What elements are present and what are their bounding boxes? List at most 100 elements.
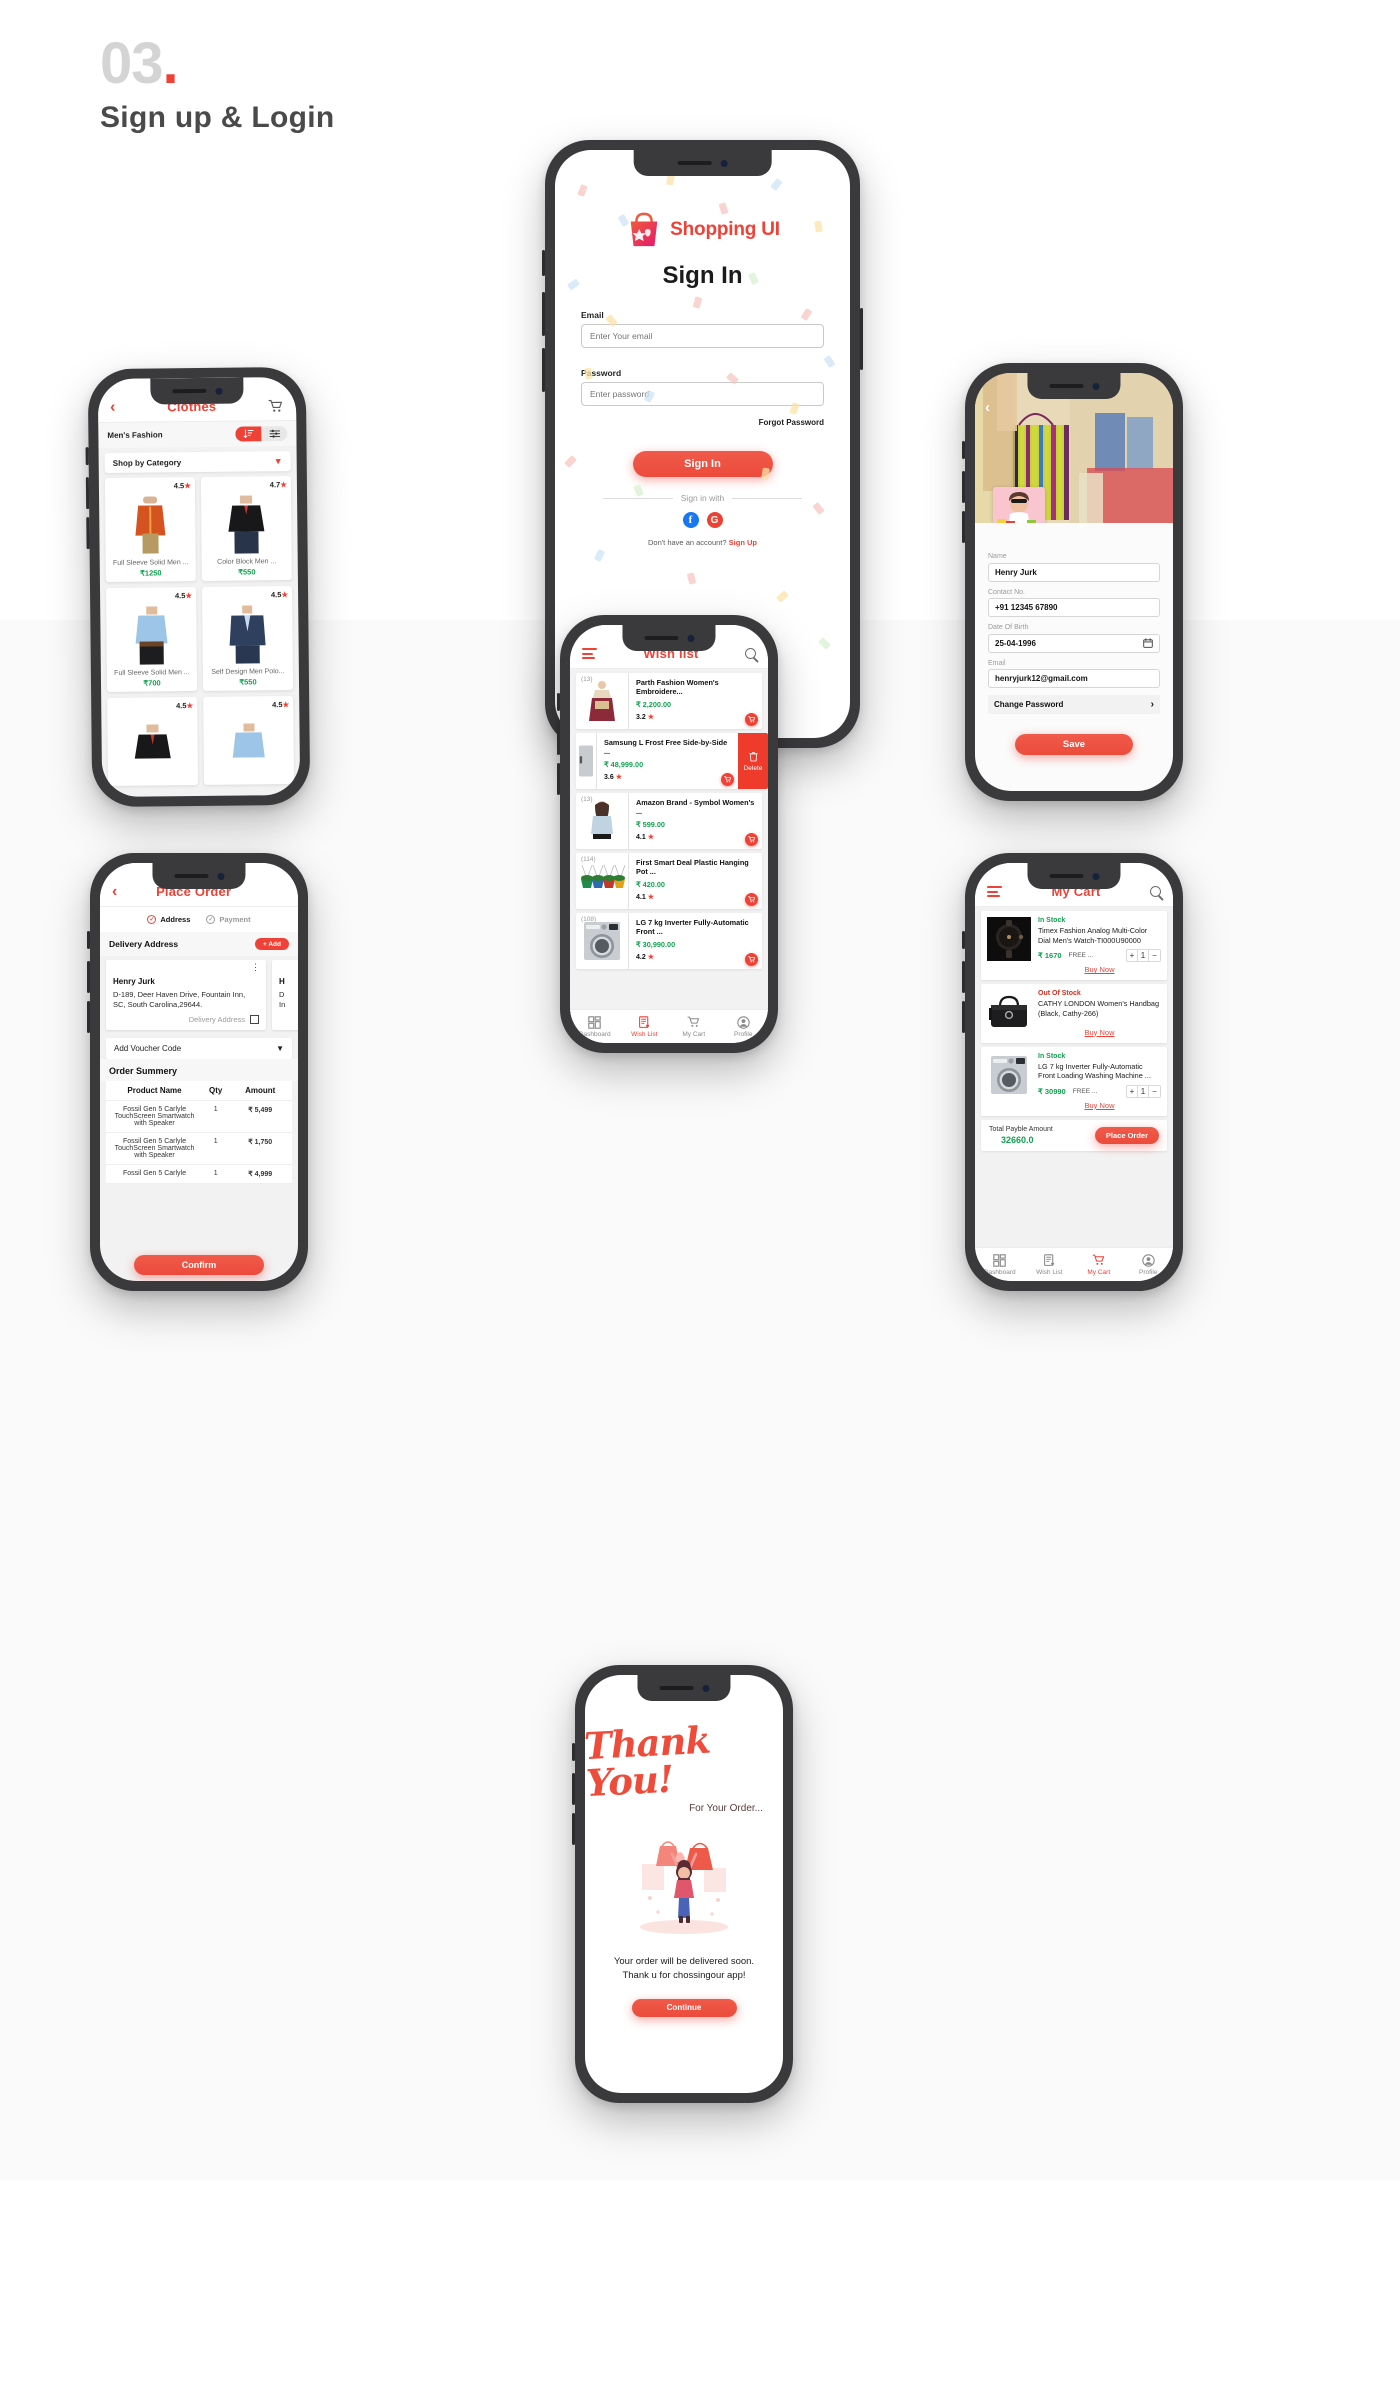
add-to-cart-button[interactable] [745,953,758,966]
cart-icon[interactable] [268,399,284,413]
cart-row[interactable]: In Stock LG 7 kg Inverter Fully-Automati… [981,1046,1167,1116]
avatar[interactable] [993,487,1045,523]
increment-button[interactable]: + [1127,950,1138,962]
quantity-stepper[interactable]: + 1 − [1126,949,1161,963]
name-value: Henry Jurk [995,567,1037,577]
step-address[interactable]: ✓ Address [147,915,190,924]
add-address-button[interactable]: + Add [255,938,289,950]
menu-icon[interactable] [582,648,597,659]
sort-filter-toggle [235,426,288,442]
item-qty: (108) [581,916,597,923]
step-payment[interactable]: ✓ Payment [206,915,251,924]
signin-button[interactable]: Sign In [632,451,773,477]
profile-icon [719,1015,769,1030]
buy-now-link[interactable]: Buy Now [1038,1028,1161,1037]
item-rating: 3.6 ★ [604,773,622,781]
product-card[interactable]: 4.5★ Full Sleeve Solid Men ... ₹700 [106,587,198,692]
item-rating: 4.1 ★ [636,893,654,901]
buy-now-link[interactable]: Buy Now [1038,1101,1161,1110]
sidebar-item-mycart[interactable]: My Cart [669,1015,719,1038]
change-password-row[interactable]: Change Password › [988,695,1160,714]
add-to-cart-button[interactable] [721,773,734,786]
list-item[interactable]: (13) Amazon Brand - Symbol Women's ... ₹… [576,793,762,849]
search-icon[interactable] [1150,886,1161,897]
email-input[interactable] [581,324,824,348]
confirm-button[interactable]: Confirm [134,1255,264,1275]
star-icon: ★ [282,700,290,710]
cart-row[interactable]: Out Of Stock CATHY LONDON Women's Handba… [981,984,1167,1043]
product-card[interactable]: 4.7★ Color Block Men ... ₹550 [200,476,292,581]
calendar-icon[interactable] [1143,638,1153,648]
thank-you-illustration [624,1828,744,1941]
list-item[interactable]: (13) Parth Fashion Women's Embroidere...… [576,673,762,729]
shop-by-category-dropdown[interactable]: Shop by Category ▼ [104,451,291,473]
sidebar-item-profile[interactable]: Profile [719,1015,769,1038]
product-card[interactable]: 4.5★ Full Sleeve Solid Men ... ₹1250 [104,477,196,582]
menu-icon[interactable] [987,886,1002,897]
add-to-cart-button[interactable] [745,833,758,846]
place-order-button[interactable]: Place Order [1094,1126,1159,1144]
column-product-name: Product Name [127,1086,182,1096]
address-card[interactable]: H D In [272,960,298,1031]
google-icon[interactable]: G [706,512,723,528]
checkbox[interactable] [250,1015,259,1025]
sort-button[interactable] [235,426,262,442]
sidebar-item-dashboard[interactable]: Dashboard [975,1253,1025,1276]
dob-input[interactable]: 25-04-1996 [988,633,1160,653]
sidebar-item-profile[interactable]: Profile [1124,1253,1174,1276]
back-icon[interactable]: ‹ [985,399,990,416]
address-card[interactable]: ⋮ Henry Jurk D-189, Deer Haven Drive, Fo… [106,960,266,1031]
list-item[interactable]: (108) LG 7 kg Inverter Fully-Automatic F… [576,913,762,969]
delete-button[interactable]: Delete [738,733,768,789]
sidebar-item-wishlist[interactable]: Wish List [1025,1253,1075,1276]
contact-value: +91 12345 67890 [995,603,1058,612]
nav-label: My Cart [682,1030,706,1038]
thank-you-screen: Thank You! For Your Order... Your order … [585,1675,783,2093]
star-icon: ★ [647,953,654,961]
contact-input[interactable]: +91 12345 67890 [988,598,1160,617]
column-amount: Amount [245,1086,276,1096]
quantity-stepper[interactable]: + 1 − [1126,1084,1161,1098]
continue-button[interactable]: Continue [631,1998,737,2017]
decrement-button[interactable]: − [1149,1086,1160,1097]
sidebar-item-dashboard[interactable]: Dashboard [570,1015,620,1038]
delivery-address-label: Delivery Address [109,939,179,949]
product-card[interactable]: 4.5★ Self Design Men Polo... ₹550 [201,586,294,691]
cell-qty: 1 [213,1138,218,1146]
filter-button[interactable] [261,426,288,442]
forgot-password-link[interactable]: Forgot Password [759,418,824,427]
name-input[interactable]: Henry Jurk [988,562,1160,582]
change-password-label: Change Password [994,700,1064,709]
filter-icon [269,429,280,438]
facebook-icon[interactable]: f [682,512,699,528]
phone-place-order: ‹ Place Order ✓ Address ✓ Payment Delive… [87,853,308,1291]
password-input[interactable] [581,382,824,406]
nav-label: My Cart [1087,1268,1111,1276]
quantity-value: 1 [1138,1085,1149,1097]
product-rating: 4.5★ [270,590,289,600]
cart-row[interactable]: In Stock Timex Fashion Analog Multi-Colo… [981,911,1167,981]
product-card[interactable]: 4.5★ [203,696,295,785]
product-image [206,599,289,666]
email-input[interactable]: henryjurk12@gmail.com [988,669,1160,688]
save-button[interactable]: Save [1015,734,1133,755]
list-item[interactable]: Samsung L Frost Free Side-by-Side ... ₹ … [576,733,768,789]
product-card[interactable]: 4.5★ [107,697,199,786]
star-icon: ★ [186,701,194,711]
buy-now-link[interactable]: Buy Now [1038,965,1161,974]
signup-link[interactable]: Sign Up [729,538,757,547]
address-checkbox-row[interactable]: Delivery Address [113,1015,259,1025]
sidebar-item-wishlist[interactable]: Wish List [620,1015,670,1038]
add-to-cart-button[interactable] [745,893,758,906]
list-item[interactable]: (114) First Smart Deal Plastic Hanging P… [576,853,762,909]
email-value: henryjurk12@gmail.com [995,674,1088,683]
decrement-button[interactable]: − [1149,950,1160,961]
star-icon: ★ [185,591,193,601]
more-options-icon[interactable]: ⋮ [251,962,260,972]
sidebar-item-mycart[interactable]: My Cart [1074,1253,1124,1276]
increment-button[interactable]: + [1127,1085,1138,1097]
search-icon[interactable] [745,648,756,659]
add-to-cart-button[interactable] [745,713,758,726]
voucher-dropdown[interactable]: Add Voucher Code ▼ [106,1038,292,1060]
voucher-label: Add Voucher Code [114,1044,182,1054]
